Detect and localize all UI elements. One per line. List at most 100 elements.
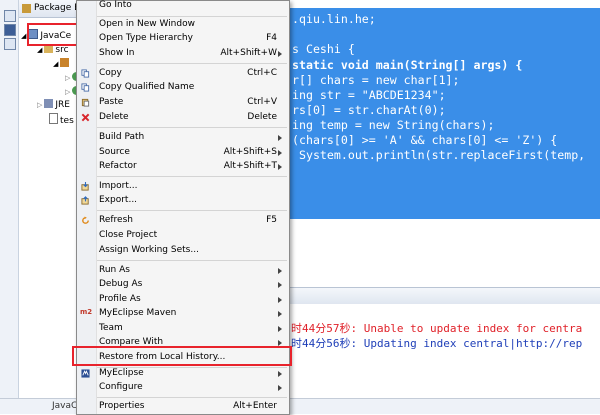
menu-item-label: Go Into <box>99 0 132 10</box>
menu-item-paste[interactable]: Paste Ctrl+V <box>77 96 289 110</box>
code-line: s Ceshi { <box>292 42 355 56</box>
menu-item-shortcut: Alt+Enter <box>233 401 277 411</box>
submenu-arrow-icon <box>278 164 282 170</box>
package-explorer-title: Package E <box>34 3 80 13</box>
menu-separator <box>97 127 287 128</box>
menu-item-refresh[interactable]: Refresh F5 <box>77 214 289 228</box>
menu-separator <box>97 397 287 398</box>
menu-item-label: Team <box>99 323 123 333</box>
menu-item-open-type-hierarchy[interactable]: Open Type Hierarchy F4 <box>77 32 289 46</box>
menu-item-assign-working-sets[interactable]: Assign Working Sets... <box>77 244 289 258</box>
menu-item-label: Assign Working Sets... <box>99 245 199 255</box>
left-toolbar <box>0 0 19 413</box>
paste-icon <box>81 98 90 107</box>
menu-item-go-into[interactable]: Go Into <box>77 0 289 13</box>
menu-item-shortcut: Alt+Shift+W <box>220 48 277 58</box>
text-file-icon <box>49 113 58 124</box>
menu-item-delete[interactable]: Delete Delete <box>77 111 289 125</box>
menu-separator <box>97 16 287 17</box>
expanded-triangle-icon[interactable]: ◢ <box>53 60 58 68</box>
menu-item-label: Debug As <box>99 279 143 289</box>
highlight-box-restore <box>72 346 292 366</box>
maven-icon: m2 <box>80 308 93 316</box>
delete-icon <box>81 113 90 122</box>
menu-item-shortcut: F5 <box>266 215 277 225</box>
tree-item-package[interactable]: ◢ <box>53 58 71 69</box>
menu-item-export[interactable]: Export... <box>77 194 289 208</box>
menu-item-configure[interactable]: Configure <box>77 381 289 395</box>
menu-item-team[interactable]: Team <box>77 322 289 336</box>
menu-item-refactor[interactable]: Refactor Alt+Shift+T <box>77 160 289 174</box>
import-icon <box>81 182 89 191</box>
menu-item-shortcut: F4 <box>266 33 277 43</box>
outline-view-icon[interactable] <box>4 38 16 50</box>
code-line: .qiu.lin.he; <box>292 12 376 26</box>
menu-item-close-project[interactable]: Close Project <box>77 229 289 243</box>
menu-item-label: Configure <box>99 382 143 392</box>
menu-item-label: MyEclipse <box>99 368 144 378</box>
menu-item-run-as[interactable]: Run As <box>77 264 289 278</box>
export-icon <box>81 196 89 205</box>
console-line-info: 时44分56秒: Updating index central|http://r… <box>291 337 583 350</box>
menu-item-debug-as[interactable]: Debug As <box>77 278 289 292</box>
menu-item-open-in-new-window[interactable]: Open in New Window <box>77 18 289 32</box>
expanded-triangle-icon[interactable]: ◢ <box>37 46 42 54</box>
menu-item-properties[interactable]: Properties Alt+Enter <box>77 400 289 414</box>
menu-item-import[interactable]: Import... <box>77 180 289 194</box>
collapsed-triangle-icon[interactable]: ▷ <box>37 101 42 109</box>
menu-item-shortcut: Ctrl+V <box>247 97 277 107</box>
copy-icon <box>81 83 90 92</box>
menu-item-label: Refactor <box>99 161 137 171</box>
code-line: ing temp = new String(chars); <box>292 118 495 132</box>
menu-separator <box>97 63 287 64</box>
menu-item-source[interactable]: Source Alt+Shift+S <box>77 146 289 160</box>
tree-item-label: src <box>55 45 69 55</box>
package-explorer-minimized-icon[interactable] <box>4 24 16 36</box>
tree-item-label: tes <box>60 116 74 126</box>
menu-item-label: Copy Qualified Name <box>99 82 195 92</box>
menu-item-label: Open Type Hierarchy <box>99 33 193 43</box>
menu-separator <box>97 210 287 211</box>
menu-item-label: Run As <box>99 265 130 275</box>
menu-item-myeclipse-maven[interactable]: m2 MyEclipse Maven <box>77 307 289 321</box>
menu-item-label: Close Project <box>99 230 158 240</box>
menu-item-build-path[interactable]: Build Path <box>77 131 289 145</box>
menu-item-copy[interactable]: Copy Ctrl+C <box>77 67 289 81</box>
menu-item-show-in[interactable]: Show In Alt+Shift+W <box>77 47 289 61</box>
menu-item-label: Export... <box>99 195 138 205</box>
menu-item-label: Import... <box>99 181 138 191</box>
menu-item-shortcut: Delete <box>247 112 277 122</box>
copy-icon <box>81 69 90 78</box>
menu-item-label: Paste <box>99 97 124 107</box>
code-line: r[] chars = new char[1]; <box>292 73 460 87</box>
myeclipse-icon <box>81 369 90 378</box>
submenu-arrow-icon <box>278 135 282 141</box>
expanded-triangle-icon[interactable]: ◢ <box>21 32 26 40</box>
code-line: (chars[0] >= 'A' && chars[0] <= 'Z') { <box>292 133 558 147</box>
menu-item-profile-as[interactable]: Profile As <box>77 293 289 307</box>
tree-item-file[interactable]: tes <box>49 113 74 126</box>
tree-item-label: JRE <box>55 100 70 110</box>
tree-item-jre[interactable]: ▷ JRE <box>37 99 70 110</box>
menu-item-label: Properties <box>99 401 145 411</box>
restore-view-icon[interactable] <box>4 10 16 22</box>
menu-separator <box>97 176 287 177</box>
submenu-arrow-icon <box>278 311 282 317</box>
library-icon <box>44 99 54 108</box>
submenu-arrow-icon <box>278 326 282 332</box>
menu-item-copy-qualified-name[interactable]: Copy Qualified Name <box>77 81 289 95</box>
submenu-arrow-icon <box>278 385 282 391</box>
console-line-error: 时44分57秒: Unable to update index for cent… <box>291 322 583 335</box>
code-line: ing str = "ABCDE1234"; <box>292 88 446 102</box>
menu-separator <box>97 260 287 261</box>
submenu-arrow-icon <box>278 51 282 57</box>
menu-item-label: Refresh <box>99 215 133 225</box>
menu-item-myeclipse[interactable]: MyEclipse <box>77 367 289 381</box>
submenu-arrow-icon <box>278 297 282 303</box>
menu-item-label: Show In <box>99 48 135 58</box>
menu-item-label: Delete <box>99 112 129 122</box>
menu-item-shortcut: Alt+Shift+S <box>223 147 277 157</box>
collapsed-triangle-icon[interactable]: ▷ <box>65 74 70 82</box>
collapsed-triangle-icon[interactable]: ▷ <box>65 88 70 96</box>
refresh-icon <box>82 216 89 224</box>
